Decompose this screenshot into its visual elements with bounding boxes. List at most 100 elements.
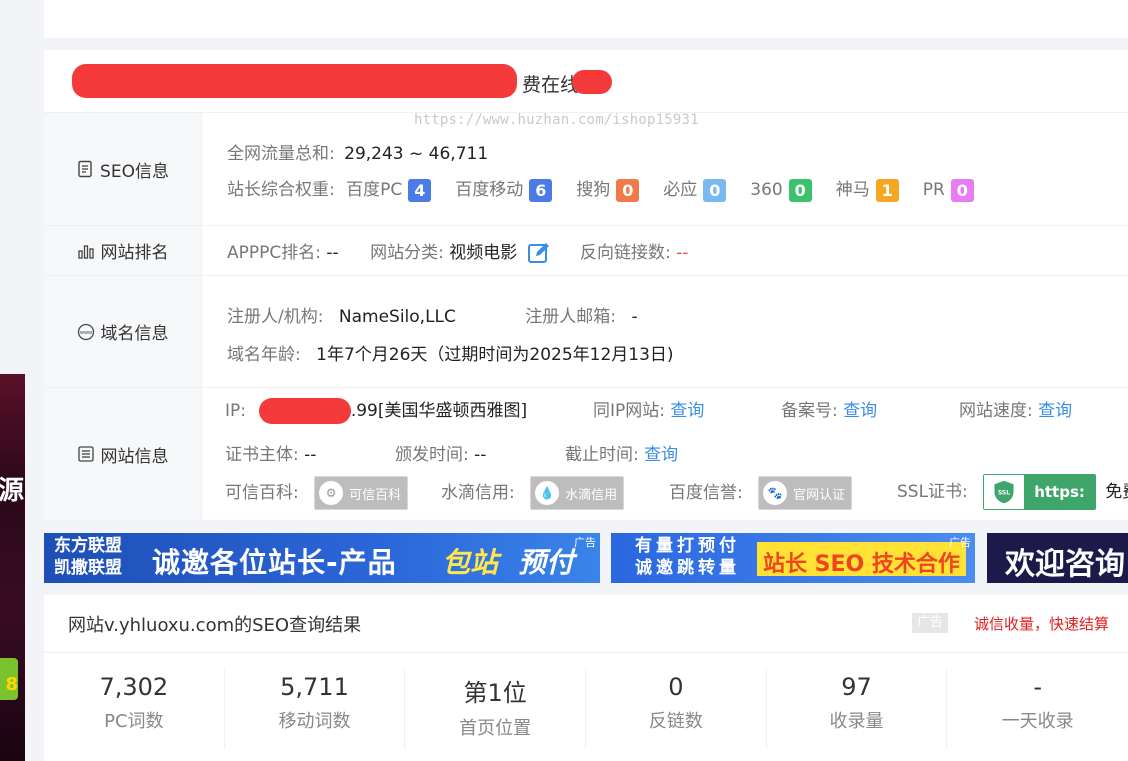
banner-1-end: 预付 — [518, 546, 575, 579]
weight-name: 搜狗 — [576, 180, 611, 200]
ad-text-link[interactable]: 诚信收量，快速结算 — [974, 613, 1109, 634]
globe-www-icon: www — [77, 323, 94, 340]
weight-badge[interactable]: 0 — [616, 178, 640, 202]
seo-header-label: SEO信息 — [100, 161, 169, 182]
stat-item[interactable]: 5,711 移动词数 — [225, 669, 406, 749]
weight-badge[interactable]: 0 — [950, 178, 974, 202]
ranking-row: 网站排名 APPPC排名: -- 网站分类: 视频电影 反向链接数: -- — [44, 226, 1128, 276]
apppc-label: APPPC排名: — [227, 243, 321, 263]
expire-query-link[interactable]: 查询 — [644, 445, 678, 465]
weight-name: PR — [922, 180, 945, 200]
ip-label: IP: — [225, 401, 246, 421]
site-title: 费在线 — [44, 50, 1128, 113]
domain-row: www 域名信息 注册人/机构: NameSilo,LLC 注册人邮箱: - 域… — [44, 276, 1128, 388]
document-icon — [78, 160, 92, 178]
traffic-value: 29,243 ~ 46,711 — [344, 144, 489, 164]
weight-item: 百度PC 4 — [346, 178, 432, 202]
category-value: 视频电影 — [449, 243, 518, 263]
ad-tag: 广告 — [574, 536, 596, 549]
issue-time-label: 颁发时间: — [395, 445, 469, 465]
domain-header-label: 域名信息 — [100, 324, 169, 344]
registrant-value: NameSilo,LLC — [338, 307, 456, 327]
seal-icon: ⚙ — [319, 481, 344, 505]
backlink-label: 反向链接数: — [580, 243, 671, 263]
weight-badge[interactable]: 0 — [788, 178, 812, 202]
ad-banner-1[interactable]: 东方联盟 凯撒联盟 诚邀各位站长-产品 包站 预付 广告 — [44, 533, 600, 583]
stat-item[interactable]: 97 收录量 — [767, 669, 948, 749]
ad-banner-2[interactable]: 有量打预付 诚邀跳转量 站长 SEO 技术合作 广告 — [611, 533, 975, 583]
issue-time-value: -- — [474, 445, 487, 465]
seo-header: SEO信息 — [44, 113, 202, 225]
backlink-value: -- — [676, 243, 689, 263]
baidu-trust-badge[interactable]: 🐾 官网认证 — [758, 476, 853, 510]
speed-query-link[interactable]: 查询 — [1038, 401, 1072, 421]
ssl-label: SSL证书: — [897, 482, 968, 502]
stat-item[interactable]: 第1位 首页位置 — [405, 669, 587, 749]
same-ip-query-link[interactable]: 查询 — [670, 401, 704, 421]
icp-query-link[interactable]: 查询 — [843, 401, 877, 421]
left-ad-badge: 8 — [0, 658, 18, 700]
seo-row: SEO信息 全网流量总和: 29,243 ~ 46,711 站长综合权重: 百度… — [44, 113, 1128, 226]
category-label: 网站分类: — [370, 243, 444, 263]
weight-item: 搜狗 0 — [576, 178, 640, 202]
redaction-mark — [72, 64, 517, 98]
banner-2-main: 站长 SEO 技术合作 — [757, 542, 966, 577]
stats-grid: 7,302 PC词数 5,711 移动词数 第1位 首页位置 0 反链数 97 收录量 - 一天收录 — [44, 669, 1128, 749]
stat-value: - — [1033, 673, 1043, 701]
stat-item[interactable]: - 一天收录 — [947, 669, 1128, 749]
banner-1-main: 诚邀各位站长-产品 — [152, 546, 397, 579]
seo-result-title: 网站v.yhluoxu.com的SEO查询结果 广告 诚信收量，快速结算 — [44, 595, 1128, 653]
weight-item: 百度移动 6 — [455, 178, 553, 202]
seo-result-card: 网站v.yhluoxu.com的SEO查询结果 广告 诚信收量，快速结算 7,3… — [44, 595, 1128, 761]
paw-icon: 🐾 — [763, 481, 788, 505]
weight-badge[interactable]: 6 — [529, 178, 553, 202]
weight-name: 百度PC — [346, 180, 403, 200]
water-drop-icon: 💧 — [535, 481, 560, 505]
baidu-trust-label: 百度信誉: — [669, 483, 743, 503]
weight-item: 神马 1 — [835, 178, 899, 202]
age-label: 域名年龄: — [227, 345, 301, 365]
trust-wiki-badge[interactable]: ⚙ 可信百科 — [314, 476, 409, 510]
weight-name: 360 — [750, 180, 783, 200]
edit-icon[interactable] — [527, 241, 551, 265]
redaction-mark — [572, 70, 612, 94]
weight-item: 必应 0 — [663, 178, 727, 202]
banner-1-brand: 东方联盟 凯撒联盟 — [54, 536, 122, 578]
expire-time-label: 截止时间: — [565, 445, 639, 465]
bar-chart-icon — [77, 244, 94, 259]
site-info-row: 网站信息 IP: .99[美国华盛顿西雅图] 同IP网站: 查询 备案号: 查询… — [44, 388, 1128, 520]
email-label: 注册人邮箱: — [525, 307, 617, 327]
weight-name: 神马 — [835, 180, 870, 200]
info-panel-icon — [77, 446, 94, 462]
stat-item[interactable]: 7,302 PC词数 — [44, 669, 225, 749]
stat-item[interactable]: 0 反链数 — [586, 669, 767, 749]
stat-value: 97 — [841, 673, 872, 701]
weight-label: 站长综合权重: — [227, 180, 335, 200]
site-title-visible: 费在线 — [522, 74, 580, 96]
ranking-header: 网站排名 — [44, 226, 202, 275]
top-panel — [44, 0, 1128, 38]
svg-text:SSL: SSL — [998, 490, 1010, 497]
shuidi-label: 水滴信用: — [441, 483, 515, 503]
weight-badge[interactable]: 4 — [408, 178, 432, 202]
ssl-badge[interactable]: SSL https: — [983, 474, 1096, 510]
weight-badge[interactable]: 0 — [703, 178, 727, 202]
stat-value: 5,711 — [280, 673, 349, 701]
ssl-value: 免费 — [1105, 482, 1128, 502]
left-ad-text: 源 — [0, 476, 25, 506]
shuidi-badge[interactable]: 💧 水滴信用 — [530, 476, 625, 510]
left-side-ad[interactable]: 源 8 — [0, 374, 25, 761]
stat-label: 移动词数 — [278, 711, 351, 732]
cert-subject-label: 证书主体: — [225, 445, 299, 465]
apppc-value: -- — [326, 243, 339, 263]
ip-value: .99[美国华盛顿西雅图] — [350, 401, 528, 421]
banner-3-main: 欢迎咨询 — [1005, 547, 1125, 582]
ad-tag: 广告 — [949, 536, 971, 549]
weight-badge[interactable]: 1 — [875, 178, 899, 202]
age-value: 1年7个月26天（过期时间为2025年12月13日) — [316, 345, 674, 365]
speed-label: 网站速度: — [959, 401, 1033, 421]
ad-banner-3[interactable]: 欢迎咨询 — [987, 533, 1128, 583]
domain-header: www 域名信息 — [44, 276, 202, 387]
weight-name: 百度移动 — [455, 180, 524, 200]
banner-1-highlight: 包站 — [442, 546, 499, 579]
